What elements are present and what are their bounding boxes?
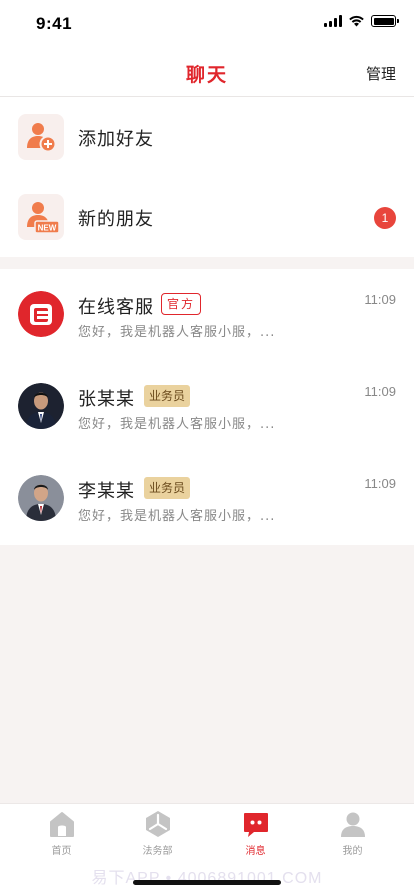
status-time: 9:41 (36, 14, 73, 33)
chat-time: 11:09 (364, 384, 396, 399)
tab-label: 首页 (51, 846, 72, 857)
page-title: 聊天 (185, 64, 228, 86)
chat-preview: 您好，我是机器人客服小服，... (78, 325, 276, 340)
sales-tag: 业务员 (144, 477, 191, 499)
nav-bar: 聊天 管理 (0, 46, 414, 97)
status-bar: 9:41 (0, 0, 414, 46)
add-user-icon (18, 114, 64, 160)
chat-item-online-service[interactable]: 在线客服 官方 11:09 您好，我是机器人客服小服，... (0, 269, 414, 361)
home-indicator (133, 880, 281, 885)
chat-preview: 您好，我是机器人客服小服，... (78, 417, 276, 432)
tab-home[interactable]: 首页 (10, 804, 113, 864)
battery-icon (371, 15, 399, 27)
chat-name: 张某某 (78, 389, 135, 410)
signal-icon (324, 15, 342, 27)
chat-list: 在线客服 官方 11:09 您好，我是机器人客服小服，... 张某某 业务员 1… (0, 269, 414, 545)
new-icon-text: NEW (38, 224, 57, 233)
tab-label: 消息 (245, 846, 266, 857)
tab-label: 我的 (342, 846, 363, 857)
legal-icon (146, 811, 170, 837)
chat-item-li[interactable]: 李某某 业务员 11:09 您好，我是机器人客服小服，... (0, 453, 414, 545)
chat-preview: 您好，我是机器人客服小服，... (78, 509, 276, 524)
new-friends-label: 新的朋友 (78, 209, 154, 230)
manage-button[interactable]: 管理 (366, 63, 396, 84)
tab-messages[interactable]: 消息 (204, 804, 307, 864)
official-tag: 官方 (161, 293, 202, 315)
avatar (18, 475, 64, 521)
new-friend-icon: NEW (18, 194, 64, 240)
tab-label: 法务部 (142, 846, 173, 857)
chat-name: 李某某 (78, 481, 135, 502)
chat-time: 11:09 (364, 292, 396, 307)
chat-time: 11:09 (364, 476, 396, 491)
service-avatar (18, 291, 64, 337)
add-friend-row[interactable]: 添加好友 (0, 97, 414, 177)
home-icon (50, 812, 74, 837)
add-friend-label: 添加好友 (78, 129, 154, 150)
sales-tag: 业务员 (144, 385, 191, 407)
chat-name: 在线客服 (78, 297, 154, 318)
wifi-icon (349, 15, 364, 27)
new-friends-badge: 1 (374, 207, 396, 229)
tab-profile[interactable]: 我的 (301, 804, 404, 864)
avatar (18, 383, 64, 429)
new-friends-row[interactable]: NEW 新的朋友 1 (0, 177, 414, 257)
message-icon (244, 813, 268, 837)
status-icons (324, 15, 399, 27)
profile-icon (341, 812, 365, 837)
chat-item-zhang[interactable]: 张某某 业务员 11:09 您好，我是机器人客服小服，... (0, 361, 414, 453)
tab-legal[interactable]: 法务部 (106, 804, 209, 864)
quick-actions: 添加好友 NEW 新的朋友 1 (0, 97, 414, 257)
